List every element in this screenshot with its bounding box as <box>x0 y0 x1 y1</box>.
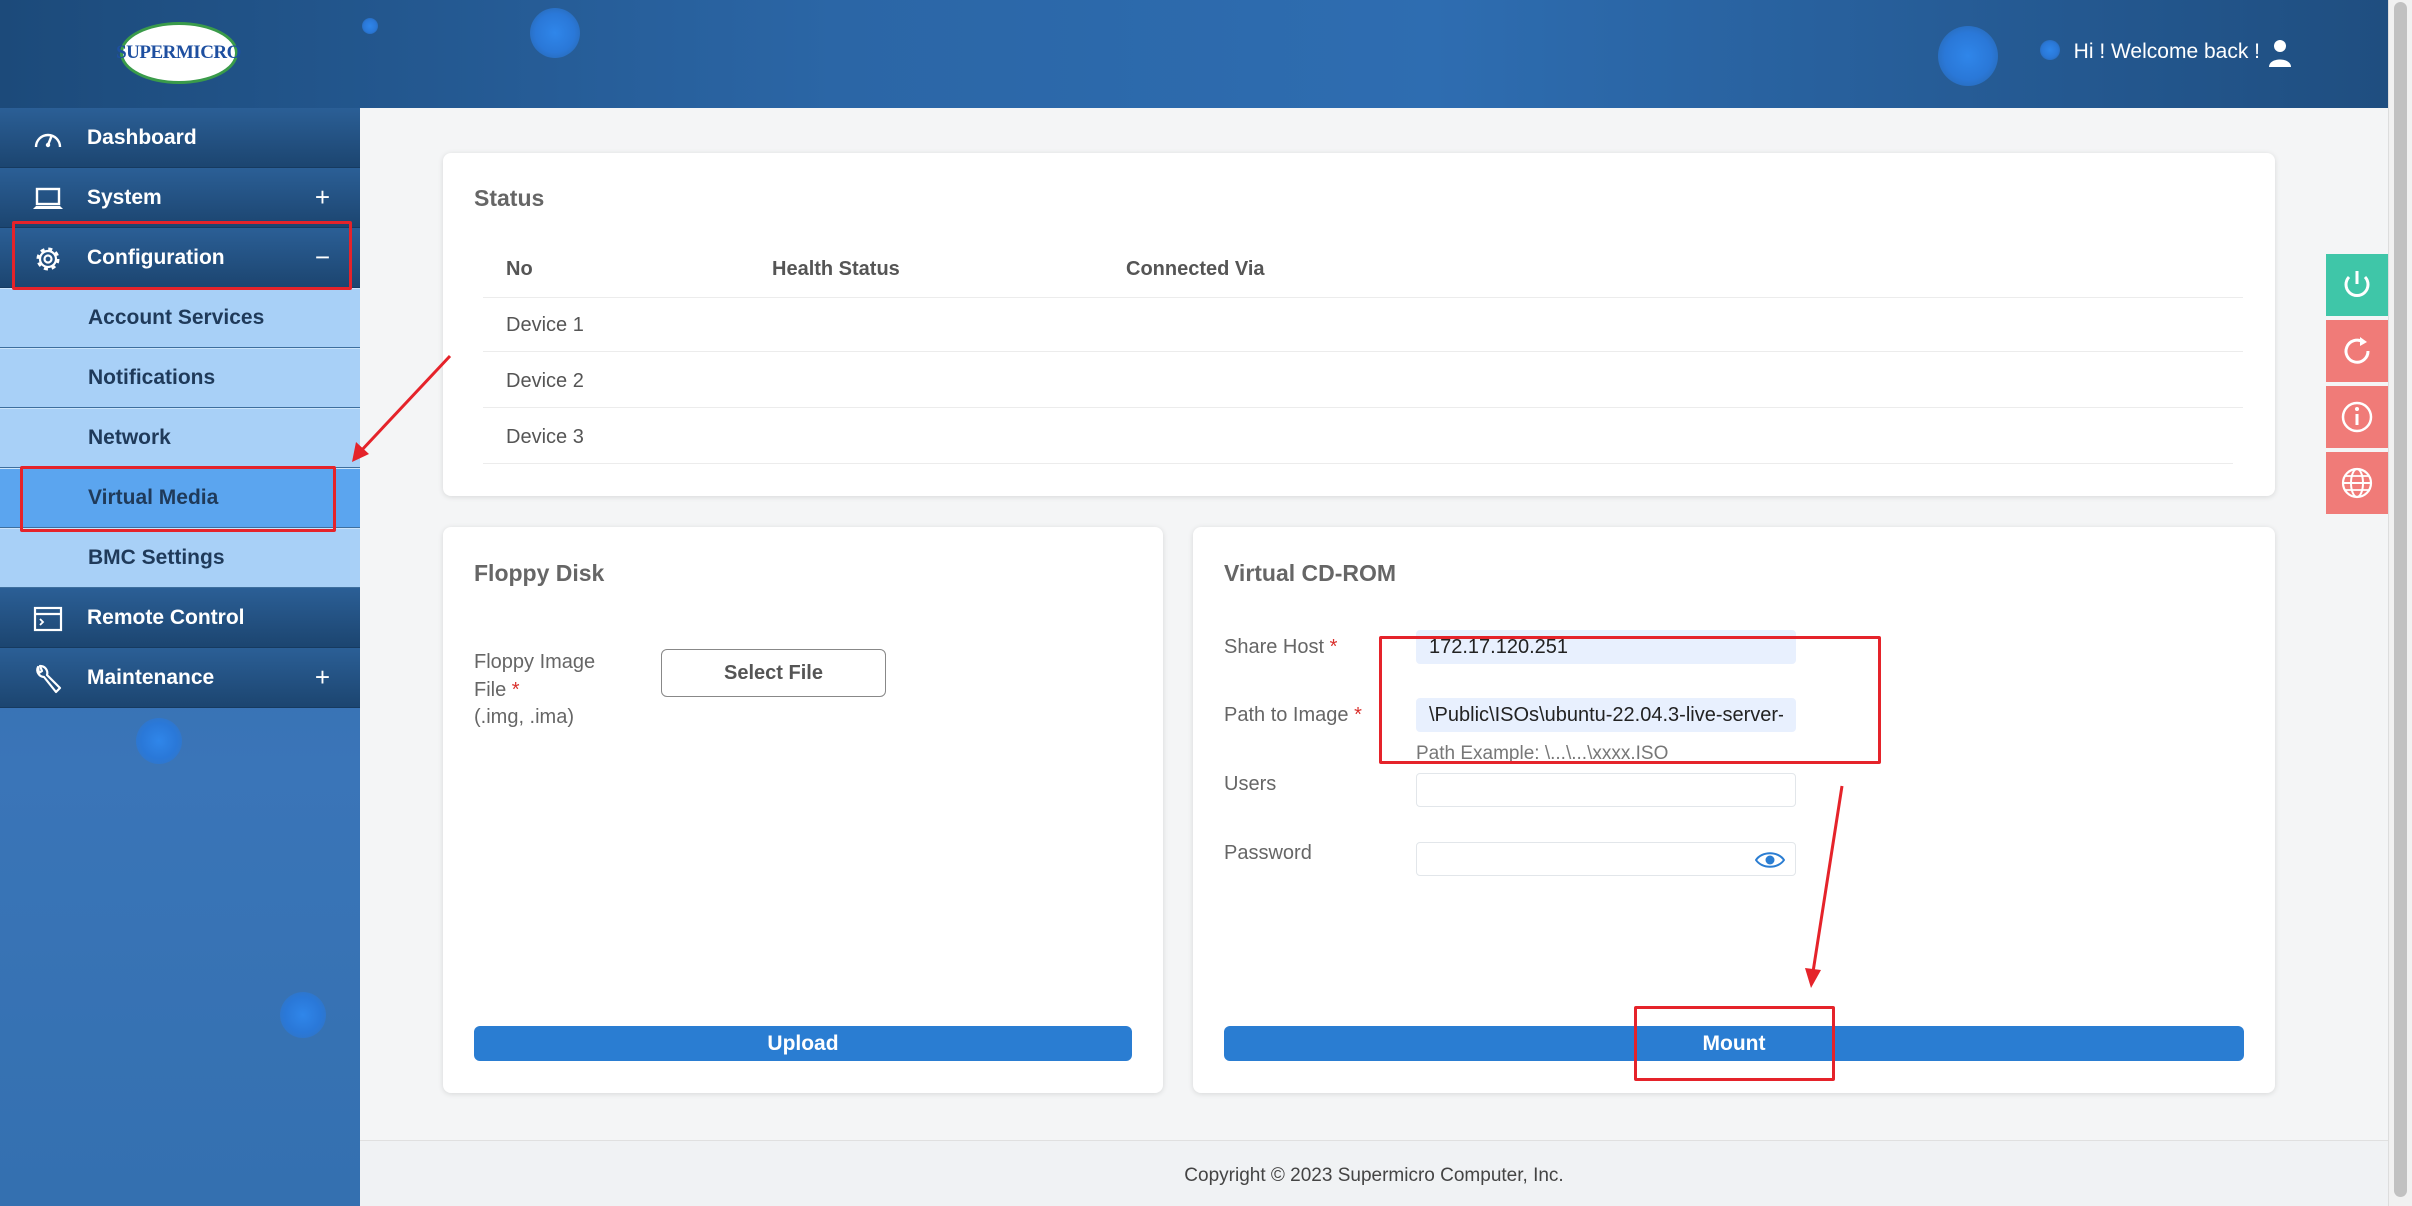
status-card: Status No Health Status Connected Via De… <box>443 153 2275 496</box>
refresh-icon <box>2344 337 2370 364</box>
device-cell: Device 1 <box>506 314 584 336</box>
decorative-bubble <box>2040 40 2060 60</box>
column-header-health-status: Health Status <box>772 258 900 280</box>
top-header: SUPERMICRO Hi ! Welcome back ! <box>0 0 2388 108</box>
sidebar-item-label: Remote Control <box>87 605 245 629</box>
decorative-bubble <box>1938 26 1998 86</box>
status-title: Status <box>474 185 545 211</box>
path-to-image-label-text: Path to Image <box>1224 704 1349 726</box>
user-icon[interactable] <box>2268 38 2292 68</box>
language-button[interactable] <box>2326 452 2388 514</box>
row-divider <box>483 407 2243 408</box>
floppy-image-label-line1: Floppy Image <box>474 651 596 673</box>
device-cell: Device 3 <box>506 426 584 448</box>
sidebar-item-system[interactable]: System + <box>0 168 360 228</box>
device-cell: Device 2 <box>506 370 584 392</box>
remote-console-icon <box>33 606 63 632</box>
main-content: Status No Health Status Connected Via De… <box>360 108 2388 1140</box>
page-scrollbar[interactable] <box>2388 0 2412 1206</box>
decorative-bubble <box>280 992 326 1038</box>
sidebar-item-label: System <box>87 185 162 209</box>
floppy-image-label: Floppy Image File * <box>474 648 595 704</box>
required-mark: * <box>1329 636 1338 658</box>
required-mark: * <box>511 679 520 701</box>
info-button[interactable] <box>2326 386 2388 448</box>
scrollbar-thumb[interactable] <box>2394 2 2407 1197</box>
column-header-connected-via: Connected Via <box>1126 258 1265 280</box>
supermicro-logo[interactable]: SUPERMICRO <box>116 22 241 84</box>
sidebar-item-dashboard[interactable]: Dashboard <box>0 108 360 168</box>
row-divider <box>483 297 2243 298</box>
expand-icon[interactable]: + <box>315 662 330 693</box>
logo-text: SUPERMICRO <box>116 42 241 63</box>
dashboard-gauge-icon <box>34 133 62 148</box>
sidebar-subitem-label: Notifications <box>88 366 216 389</box>
path-to-image-label: Path to Image * <box>1224 701 1362 729</box>
sidebar-subitem-label: BMC Settings <box>88 546 225 569</box>
sidebar-item-label: Maintenance <box>87 665 215 689</box>
sidebar-item-label: Dashboard <box>87 125 197 149</box>
floppy-image-label-line2: File <box>474 679 507 701</box>
show-password-eye-icon[interactable] <box>1755 850 1785 870</box>
password-label: Password <box>1224 842 1312 864</box>
copyright-text: Copyright © 2023 Supermicro Computer, In… <box>1184 1165 1564 1186</box>
refresh-button[interactable] <box>2326 320 2388 382</box>
select-file-button[interactable]: Select File <box>661 649 886 697</box>
users-label: Users <box>1224 773 1277 795</box>
annotation-box-cdrom-fields <box>1379 636 1881 764</box>
footer: Copyright © 2023 Supermicro Computer, In… <box>360 1140 2388 1206</box>
upload-button[interactable]: Upload <box>474 1026 1132 1061</box>
required-mark: * <box>1354 704 1362 726</box>
welcome-message: Hi ! Welcome back ! <box>2073 40 2260 63</box>
expand-icon[interactable]: + <box>315 182 330 213</box>
globe-icon <box>2341 467 2373 499</box>
users-input[interactable] <box>1416 773 1796 807</box>
info-icon <box>2341 401 2373 433</box>
power-button[interactable] <box>2326 254 2388 316</box>
floppy-disk-card: Floppy Disk Floppy Image File * (.img, .… <box>443 527 1163 1093</box>
virtual-cdrom-title: Virtual CD-ROM <box>1224 560 1397 586</box>
sidebar-item-remote-control[interactable]: Remote Control <box>0 588 360 648</box>
row-divider <box>483 351 2243 352</box>
column-header-no: No <box>506 258 533 280</box>
sidebar-subitem-account-services[interactable]: Account Services <box>0 288 360 348</box>
decorative-bubble <box>362 18 378 34</box>
power-icon <box>2344 271 2370 297</box>
sidebar-subitem-label: Network <box>88 426 171 449</box>
sidebar-subitem-label: Account Services <box>88 306 265 329</box>
sidebar-subitem-network[interactable]: Network <box>0 408 360 468</box>
floppy-extension-hint: (.img, .ima) <box>474 706 574 728</box>
sidebar-subitem-notifications[interactable]: Notifications <box>0 348 360 408</box>
sidebar-item-maintenance[interactable]: Maintenance + <box>0 648 360 708</box>
decorative-bubble <box>136 718 182 764</box>
laptop-icon <box>33 187 63 209</box>
row-divider <box>483 463 2233 464</box>
sidebar-subitem-bmc-settings[interactable]: BMC Settings <box>0 528 360 588</box>
wrench-icon <box>36 664 62 694</box>
share-host-label: Share Host * <box>1224 633 1337 661</box>
annotation-box-configuration <box>12 221 352 290</box>
floppy-disk-title: Floppy Disk <box>474 560 605 586</box>
annotation-box-mount <box>1634 1006 1835 1081</box>
password-input[interactable] <box>1416 842 1796 876</box>
decorative-bubble <box>530 8 580 58</box>
share-host-label-text: Share Host <box>1224 636 1325 658</box>
annotation-box-virtual-media <box>20 466 336 532</box>
